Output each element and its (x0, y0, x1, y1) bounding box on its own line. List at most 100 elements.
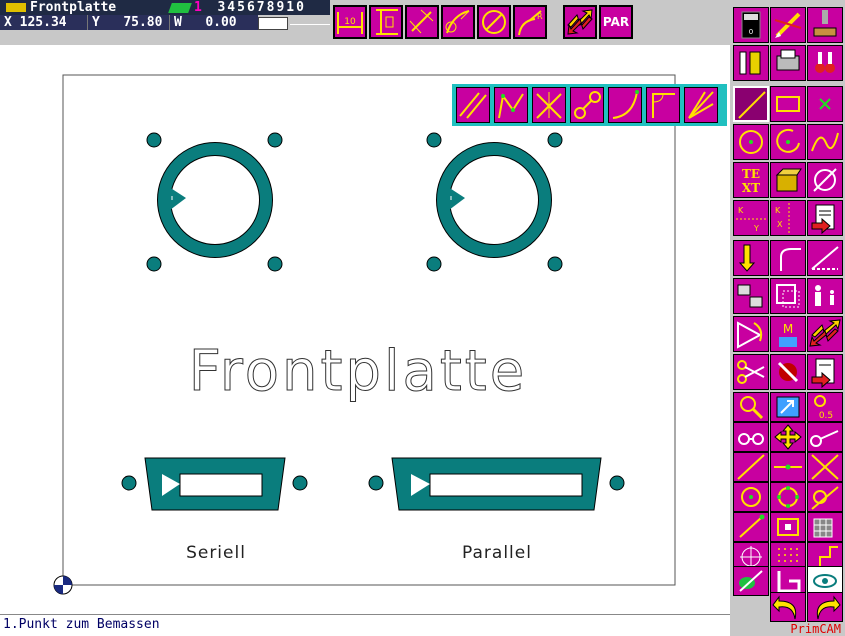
par-button[interactable]: PAR (599, 5, 633, 39)
svg-text:M: M (783, 322, 793, 336)
mount-hole (267, 256, 283, 272)
tool-settings-button[interactable] (733, 45, 769, 81)
spline-icon (811, 132, 839, 152)
svg-text:X: X (777, 220, 783, 229)
zoom-half-button[interactable]: 0.5 (807, 392, 843, 422)
layer-selector[interactable]: 1 345678910 (168, 0, 330, 15)
line-tool-button[interactable] (733, 86, 769, 122)
cut-button[interactable] (733, 354, 769, 390)
snap-line-button[interactable] (733, 452, 769, 482)
zoom-window-button[interactable] (770, 392, 806, 422)
curve-line-button[interactable] (608, 87, 642, 123)
zoom-button[interactable] (733, 392, 769, 422)
block-tool-button[interactable] (770, 162, 806, 198)
calculator-button[interactable]: 0 (733, 7, 769, 43)
layer-toggle-button[interactable] (733, 566, 769, 596)
offset-line-button[interactable] (646, 87, 680, 123)
fillet-button[interactable] (770, 240, 806, 276)
text-tool-button[interactable]: TE XT (733, 162, 769, 198)
print-button[interactable] (770, 45, 806, 81)
pocket-button[interactable]: M (770, 316, 806, 352)
exchange-button[interactable] (807, 316, 843, 352)
export-button[interactable] (807, 354, 843, 390)
undo-button[interactable] (770, 592, 806, 622)
rotate-icon (737, 321, 763, 349)
calculator-icon: 0 (741, 11, 761, 39)
color-swatch[interactable] (258, 17, 288, 30)
spline-tool-button[interactable] (807, 124, 843, 160)
coord-k-x-button[interactable]: KX (770, 200, 806, 236)
import-button[interactable] (807, 200, 843, 236)
dim-vertical-button[interactable] (369, 5, 403, 39)
line-tools-flyout (452, 84, 727, 126)
snap-center-button[interactable] (733, 482, 769, 512)
pan-button[interactable] (770, 422, 806, 452)
panel-title-text: Frontplatte (189, 339, 527, 404)
rectangle-tool-button[interactable] (770, 86, 806, 122)
serial-label: Seriell (186, 543, 246, 563)
layer-numbers: 345678910 (217, 0, 306, 15)
dim-diameter-button[interactable] (477, 5, 511, 39)
snap-intersection-icon (811, 454, 839, 480)
y-coordinate: Y 75.80 (88, 15, 170, 30)
svg-text:0.5: 0.5 (819, 411, 833, 421)
undo-arrow-icon (772, 595, 797, 620)
snap-tangent-button[interactable] (807, 482, 843, 512)
offset-icon (776, 284, 800, 308)
dim-angle-button[interactable] (441, 5, 475, 39)
redo-button[interactable] (807, 592, 843, 622)
dim-aligned-button[interactable] (405, 5, 439, 39)
machine-button[interactable] (807, 7, 843, 43)
snap-intersection-button[interactable] (807, 452, 843, 482)
coord-k-y-button[interactable]: KY (733, 200, 769, 236)
document-export-icon (811, 358, 835, 389)
serial-connector-cutout (144, 457, 286, 511)
edit-pen-button[interactable] (770, 7, 806, 43)
line-style-indicator[interactable] (290, 24, 330, 25)
arc-tool-button[interactable] (770, 124, 806, 160)
drawing-canvas[interactable]: Frontplatte Seriell Parallel (8, 45, 723, 610)
snap-quadrant-icon (777, 486, 799, 508)
snap-midpoint-button[interactable] (770, 452, 806, 482)
snap-grid-button[interactable] (807, 512, 843, 542)
svg-text:0: 0 (749, 28, 753, 36)
snap-endpoint-button[interactable] (733, 512, 769, 542)
move-down-icon (738, 244, 756, 272)
polyline-button[interactable] (494, 87, 528, 123)
hatch-tool-button[interactable] (807, 162, 843, 198)
cross-lines-button[interactable] (532, 87, 566, 123)
line-icon (738, 91, 766, 119)
glasses-icon (738, 433, 764, 445)
snap-rect-icon (777, 518, 799, 536)
layers-button[interactable] (807, 45, 843, 81)
circle-tool-button[interactable] (733, 124, 769, 160)
offset-copy-button[interactable] (770, 278, 806, 314)
dim-radius-button[interactable]: R (513, 5, 547, 39)
tangent-line-button[interactable] (570, 87, 604, 123)
view-button[interactable] (733, 422, 769, 452)
delete-button[interactable] (770, 354, 806, 390)
trim-button[interactable] (807, 240, 843, 276)
snap-midpoint-icon (774, 464, 802, 470)
parallel-line-button[interactable] (456, 87, 490, 123)
snap-line-icon (737, 454, 765, 480)
snap-quadrant-button[interactable] (770, 482, 806, 512)
tool-palette: 0 TE XT KY KX M 0.5 (730, 0, 845, 636)
angle-lines-button[interactable] (684, 87, 718, 123)
coordinate-icon: KY (736, 206, 766, 233)
dim-horizontal-button[interactable]: 10 (333, 5, 367, 39)
point-tool-button[interactable] (807, 86, 843, 122)
move-point-button[interactable] (733, 240, 769, 276)
mirror-button[interactable] (807, 278, 843, 314)
snap-rect-button[interactable] (770, 512, 806, 542)
measure-button[interactable] (807, 422, 843, 452)
zoom-half-icon: 0.5 (814, 395, 833, 421)
rotate-button[interactable] (733, 316, 769, 352)
svg-text:K: K (738, 206, 744, 215)
snap-center-icon (741, 487, 761, 507)
swap-button[interactable] (563, 5, 597, 39)
zoom-window-icon (776, 396, 800, 418)
copy-button[interactable] (733, 278, 769, 314)
mount-hole (368, 475, 384, 491)
file-icon (6, 3, 26, 12)
